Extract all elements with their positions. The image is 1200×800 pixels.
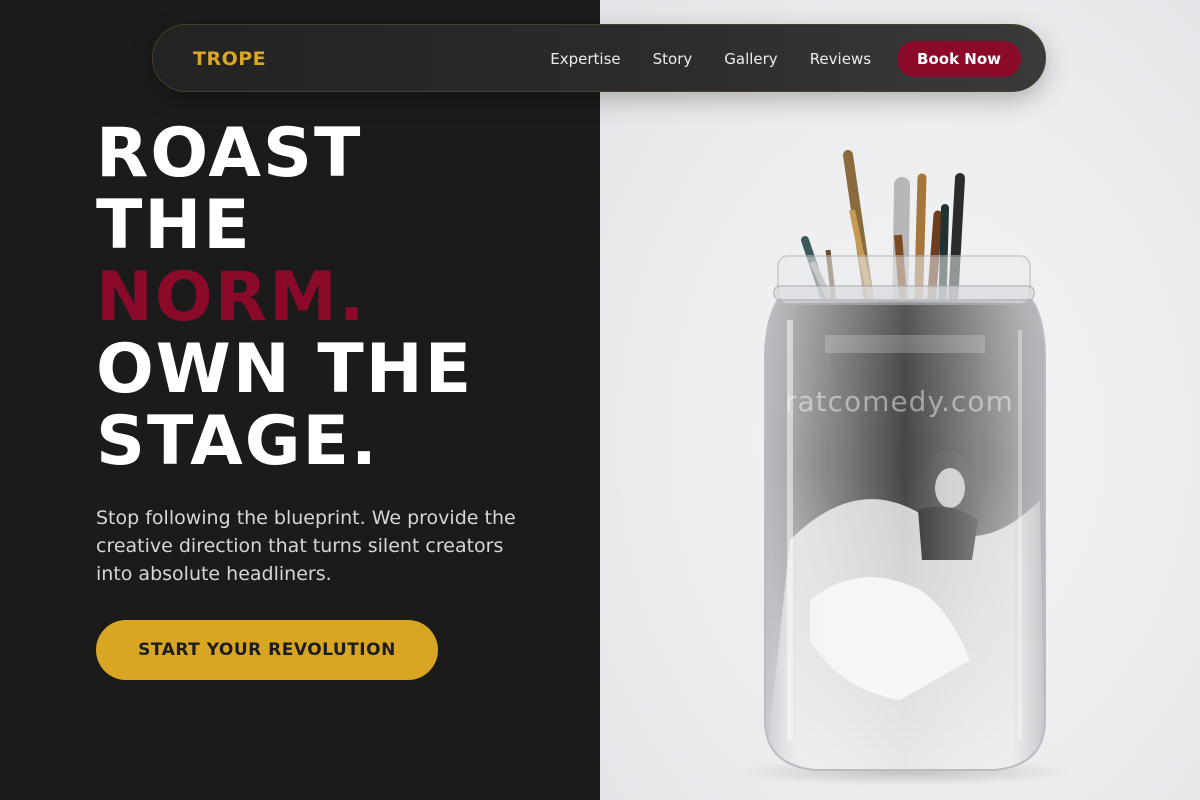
headline-line-accent: NORM. xyxy=(96,258,367,337)
top-navbar: TROPE Expertise Story Gallery Reviews Bo… xyxy=(152,24,1046,92)
start-revolution-button[interactable]: START YOUR REVOLUTION xyxy=(96,620,438,680)
hero-subcopy: Stop following the blueprint. We provide… xyxy=(96,507,516,585)
jar-glass xyxy=(764,299,1046,771)
book-now-button[interactable]: Book Now xyxy=(897,41,1021,77)
headline-line-2: THE xyxy=(96,186,252,265)
headline-line-4: OWN THE xyxy=(96,330,474,409)
headline-line-1: ROAST xyxy=(96,114,363,193)
hero-image-panel: ratcomedy.com xyxy=(600,0,1200,800)
nav-link-story[interactable]: Story xyxy=(637,50,709,68)
nav-link-expertise[interactable]: Expertise xyxy=(534,50,636,68)
nav-link-gallery[interactable]: Gallery xyxy=(708,50,793,68)
hero-headline: ROAST THE NORM. OWN THE STAGE. xyxy=(96,118,473,478)
jar-rim xyxy=(773,285,1035,301)
brand-logo[interactable]: TROPE xyxy=(193,25,266,93)
nav-links: Expertise Story Gallery Reviews Book Now xyxy=(534,25,1021,93)
image-watermark: ratcomedy.com xyxy=(785,385,1014,418)
headline-line-5: STAGE. xyxy=(96,402,379,481)
nav-link-reviews[interactable]: Reviews xyxy=(794,50,887,68)
